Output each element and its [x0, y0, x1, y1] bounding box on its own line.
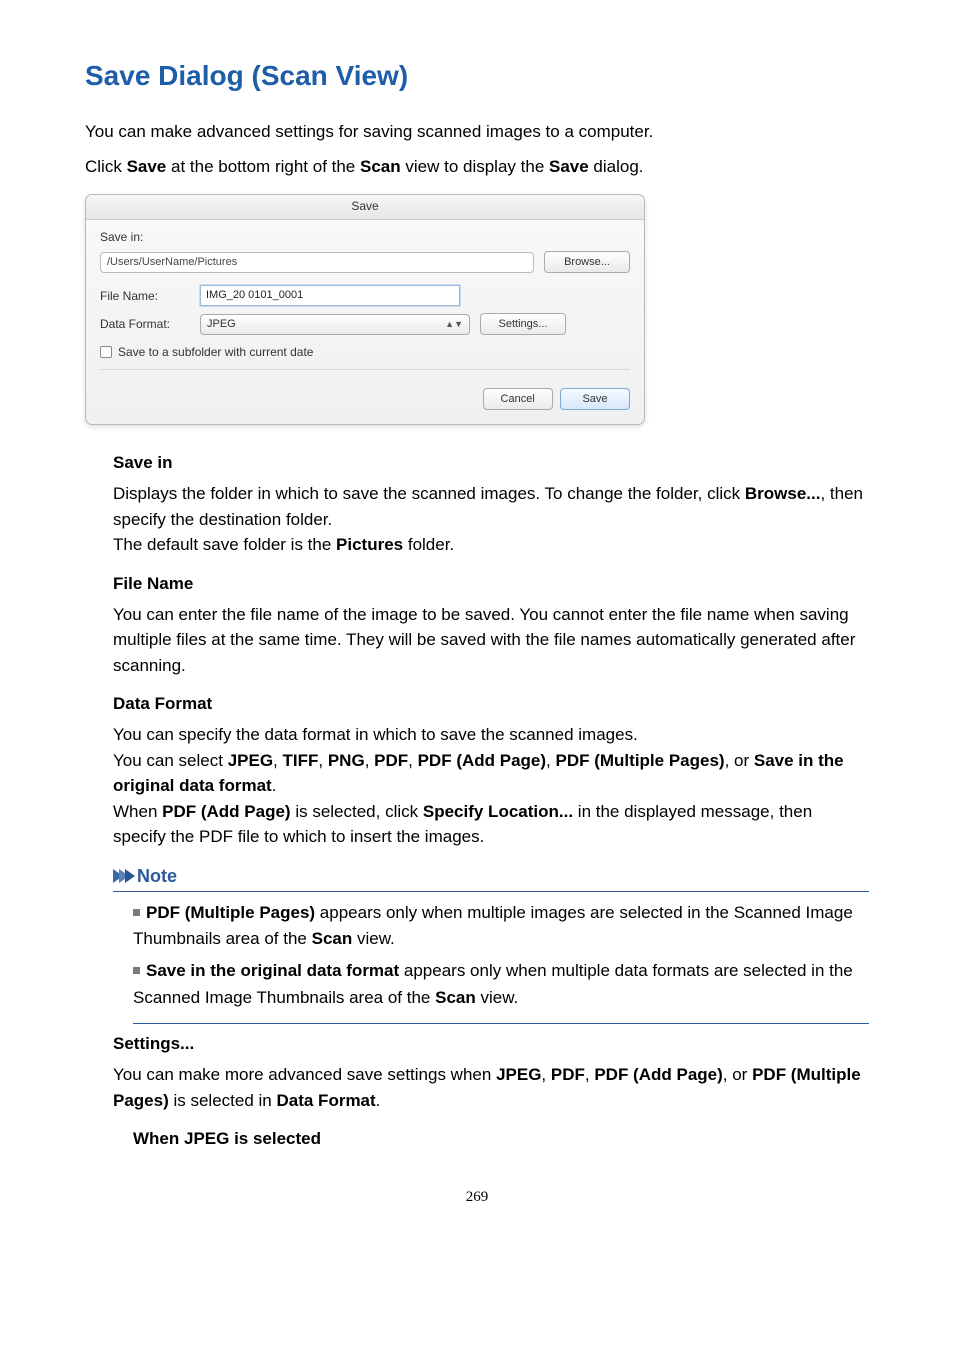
intro-line-1: You can make advanced settings for savin… — [85, 120, 869, 145]
file-name-label: File Name: — [100, 289, 200, 303]
intro-line-2: Click Save at the bottom right of the Sc… — [85, 155, 869, 180]
subfolder-checkbox-label: Save to a subfolder with current date — [118, 345, 313, 359]
subfolder-checkbox[interactable] — [100, 346, 112, 358]
settings-button[interactable]: Settings... — [480, 313, 566, 335]
desc-data-format: You can specify the data format in which… — [113, 722, 869, 850]
term-settings: Settings... — [113, 1034, 869, 1054]
chevron-updown-icon: ▲▼ — [445, 315, 463, 334]
term-save-in: Save in — [113, 453, 869, 473]
save-button[interactable]: Save — [560, 388, 630, 410]
desc-settings: You can make more advanced save settings… — [113, 1062, 869, 1113]
browse-button[interactable]: Browse... — [544, 251, 630, 273]
divider — [100, 369, 630, 370]
data-format-select[interactable]: JPEG ▲▼ — [200, 314, 470, 335]
data-format-label: Data Format: — [100, 317, 200, 331]
page-number: 269 — [85, 1189, 869, 1206]
file-name-input[interactable]: IMG_20 0101_0001 — [200, 285, 460, 306]
dialog-title: Save — [86, 195, 644, 220]
cancel-button[interactable]: Cancel — [483, 388, 553, 410]
bullet-icon — [133, 909, 140, 916]
subterm-when-jpeg: When JPEG is selected — [133, 1129, 869, 1149]
note-body: PDF (Multiple Pages) appears only when m… — [133, 900, 869, 1024]
desc-save-in: Displays the folder in which to save the… — [113, 481, 869, 558]
note-chevrons-icon — [113, 869, 131, 883]
save-in-label: Save in: — [100, 230, 630, 244]
term-data-format: Data Format — [113, 694, 869, 714]
note-label: Note — [137, 866, 177, 887]
bullet-icon — [133, 967, 140, 974]
save-dialog: Save Save in: /Users/UserName/Pictures B… — [85, 194, 645, 425]
term-file-name: File Name — [113, 574, 869, 594]
save-in-path-field[interactable]: /Users/UserName/Pictures — [100, 252, 534, 273]
page-title: Save Dialog (Scan View) — [85, 60, 869, 92]
note-heading: Note — [113, 866, 869, 892]
desc-file-name: You can enter the file name of the image… — [113, 602, 869, 679]
